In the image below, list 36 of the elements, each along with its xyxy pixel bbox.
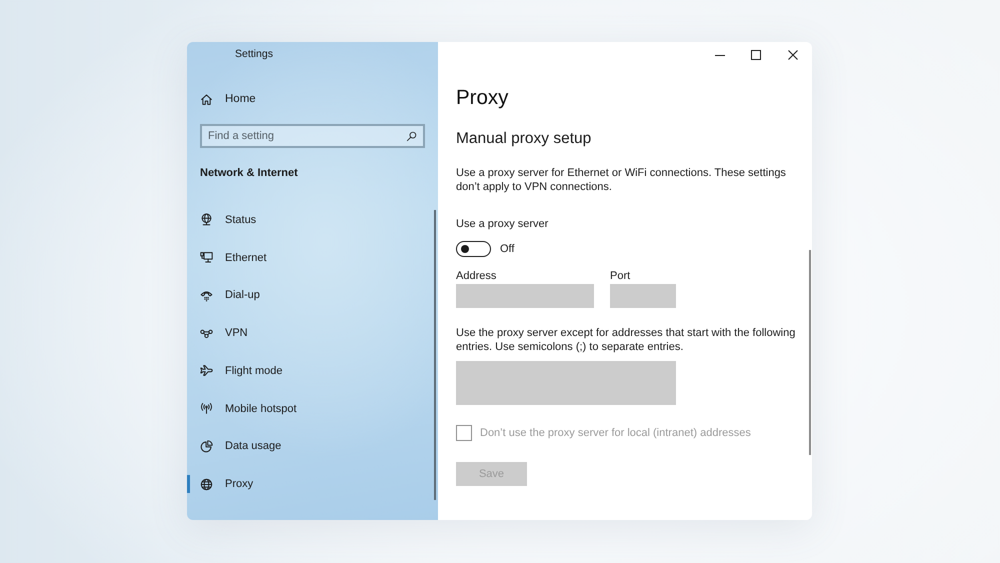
scrollbar[interactable] — [434, 210, 436, 500]
home-link[interactable]: Home — [187, 89, 438, 109]
description-text: Use a proxy server for Ethernet or WiFi connections. These settings don’t apply to VPN connections. — [456, 166, 787, 194]
scrollbar[interactable] — [809, 250, 811, 455]
page-title: Proxy — [456, 85, 508, 111]
port-label: Port — [610, 269, 630, 283]
globe-monitor-icon — [200, 213, 213, 226]
antenna-icon — [200, 402, 213, 416]
toggle-switch[interactable] — [456, 241, 491, 257]
toggle-label: Use a proxy server — [456, 217, 548, 231]
sidebar-item[interactable]: Ethernet — [187, 238, 438, 276]
sidebar-item[interactable]: Data usage — [187, 428, 438, 466]
phone-icon — [200, 288, 213, 302]
sidebar-item[interactable]: Proxy — [187, 465, 438, 503]
monitor-icon — [200, 251, 213, 264]
search-icon — [406, 130, 417, 142]
address-label: Address — [456, 269, 496, 283]
exceptions-text: Use the proxy server except for addresses that start with the following entries. Use semicolons (;) to separate entries. — [456, 326, 796, 354]
close-icon — [788, 50, 798, 60]
section-heading: Network & Internet — [200, 166, 298, 180]
sidebar-item[interactable]: Status — [187, 201, 438, 239]
section-title: Manual proxy setup — [456, 129, 592, 149]
sidebar-item[interactable]: Flight mode — [187, 352, 438, 390]
airplane-icon — [200, 364, 213, 378]
checkbox-label: Don’t use the proxy server for local (intranet) addresses — [480, 427, 751, 439]
globe-icon — [200, 478, 213, 491]
home-icon — [200, 92, 213, 106]
window-title: Settings — [234, 47, 273, 61]
search-field[interactable]: Find a setting — [200, 124, 425, 148]
pie-chart-icon — [200, 440, 213, 453]
maximize-icon — [751, 50, 762, 60]
sidebar-item[interactable]: VPN — [187, 314, 438, 352]
sidebar-item[interactable]: Mobile hotspot — [187, 390, 438, 428]
toggle-state-label: Off — [500, 243, 514, 255]
sidebar-item[interactable]: Dial-up — [187, 276, 438, 314]
minimize-icon — [714, 54, 725, 56]
